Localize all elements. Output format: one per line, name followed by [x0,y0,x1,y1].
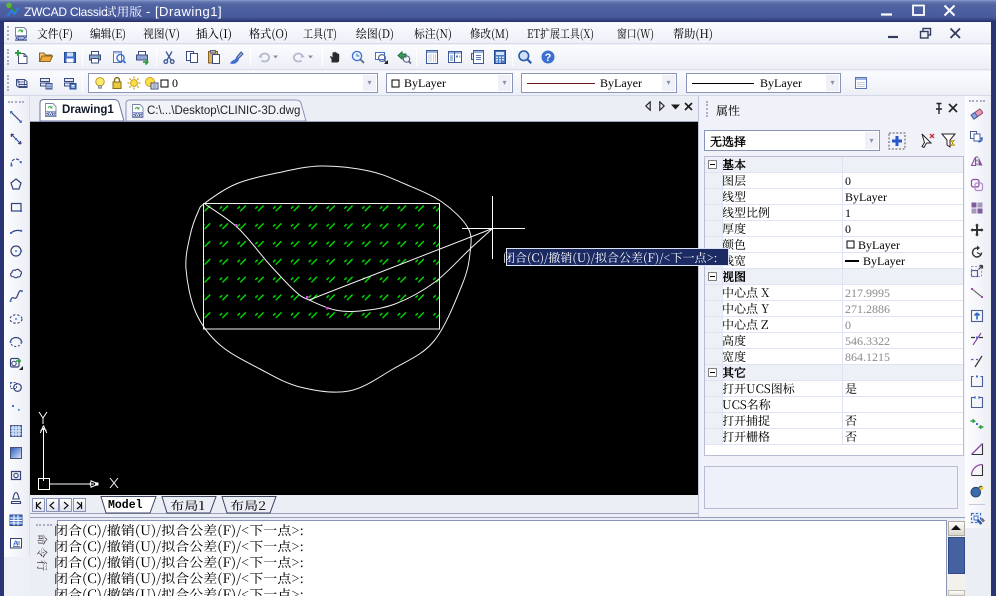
svg-text:DWG: DWG [45,111,56,116]
svg-text:DWG: DWG [132,112,143,117]
svg-text:DWG: DWG [15,35,27,41]
svg-text:?: ? [545,52,552,64]
